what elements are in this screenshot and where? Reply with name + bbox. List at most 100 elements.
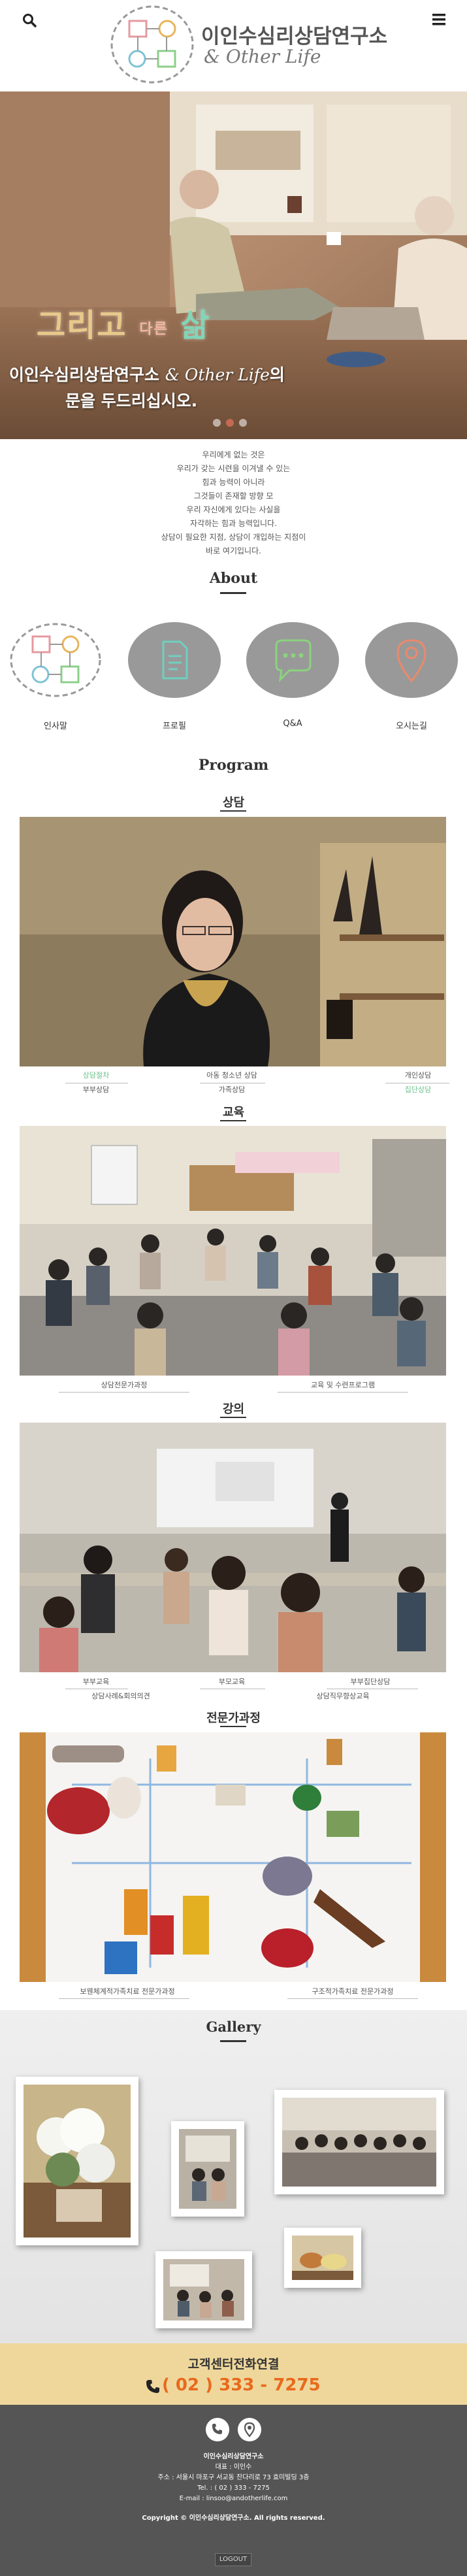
slider-dot-active[interactable] [226,419,234,427]
tag-counselor-course[interactable]: 상담전문가과정 [75,1380,173,1391]
lecture-photo [20,1423,446,1672]
site-subtitle[interactable]: & Other Life [204,46,321,67]
tag-counseling-procedure[interactable]: 상담절차 [47,1070,145,1081]
copyright-text: 이인수심리상담연구소. All rights reserved. [189,2515,325,2522]
chat-bubble-icon [275,639,312,683]
phone-icon[interactable] [206,2418,229,2441]
gallery-photo-image [282,2098,436,2187]
logo-icon[interactable] [110,4,195,85]
expert-course-title: 전문가과정 [206,1711,261,1725]
lecture-title-underline [220,1417,246,1418]
hero-headline-part1: 그리고 [37,307,127,344]
education-title-underline [220,1120,246,1121]
expert-course-title-underline [220,1726,246,1727]
gallery-title-underline [220,2040,246,2042]
intro-line: 자각하는 힘과 능력입니다. [190,519,277,528]
footer-copyright: Copyright © 이인수심리상담연구소. All rights reser… [0,2513,467,2524]
education-title: 교육 [222,1106,245,1119]
about-label-profile[interactable]: 프로필 [125,719,223,731]
hero-image [0,91,467,439]
tag-divider [287,1998,418,1999]
hero-caption-name: 이인수심리상담연구소 [9,365,160,384]
footer-ceo: 대표 : 이인수 [215,2464,252,2471]
gallery-photo-seminar[interactable] [155,2251,252,2328]
gallery-photo-image [179,2129,236,2209]
intro-text: 우리에게 없는 것은 우리가 갖는 시련을 이겨낼 수 있는 힘과 능력이 아니… [0,448,467,558]
copyright-prefix: Copyright © [142,2515,187,2522]
education-photo [20,1126,446,1376]
hamburger-menu-icon[interactable] [431,12,447,27]
tag-case-conference[interactable]: 상담사례&회의의견 [72,1691,170,1702]
about-greeting-button[interactable] [9,622,102,698]
hero-caption-line2: 문을 두드리십시오. [65,391,198,410]
about-profile-button[interactable] [128,622,221,698]
tag-structural-family-therapy[interactable]: 구조적가족치료 전문가과정 [281,1987,425,1997]
logo-shapes-icon [10,623,101,697]
hero-caption-line1: 이인수심리상담연구소 & Other Life의 [9,362,285,386]
intro-line: 바로 여기입니다. [206,546,261,555]
site-title[interactable]: 이인수심리상담연구소 [201,20,387,49]
about-label-greeting[interactable]: 인사말 [7,719,105,731]
footer-tel: Tel. : ( 02 ) 333 - 7275 [197,2485,270,2492]
intro-line: 우리에게 없는 것은 [202,450,265,459]
tag-individual-counseling[interactable]: 개인상담 [369,1070,467,1081]
logout-button[interactable]: LOGOUT [215,2553,251,2566]
footer-email[interactable]: E-mail : linsoo@andotherlife.com [0,2494,467,2504]
lecture-title: 강의 [222,1402,245,1416]
hero-headline: 그리고 다른 삶 [37,299,211,345]
slider-dot[interactable] [213,419,221,427]
about-directions-button[interactable] [365,622,458,698]
phone-icon[interactable] [145,2379,161,2394]
tag-group-counseling[interactable]: 집단상담 [369,1085,467,1095]
hero-caption-other-life: & Other Life [165,365,270,384]
tag-bowen-family-therapy[interactable]: 보웬체계적가족치료 전문가과정 [46,1987,209,1997]
about-title-underline [220,592,246,594]
site-header: 이인수심리상담연구소 & Other Life [0,0,467,91]
document-icon [162,640,188,680]
intro-line: 우리 자신에게 있다는 사실을 [186,505,281,514]
map-pin-icon[interactable] [238,2418,261,2441]
about-label-qna[interactable]: Q&A [244,719,342,729]
gallery-photo-food[interactable] [284,2228,361,2288]
gallery-photo-image [24,2085,131,2237]
expert-course-photo [20,1732,446,1982]
tag-couple-group-counseling[interactable]: 부부집단상담 [321,1677,419,1687]
program-title: Program [198,757,269,774]
tag-parent-education[interactable]: 부모교육 [183,1677,281,1687]
counseling-title-underline [220,810,246,812]
gallery-photo-meeting[interactable] [171,2121,244,2217]
tag-divider [59,1998,189,1999]
slider-dot[interactable] [239,419,247,427]
hero-headline-small: 다른 [139,320,169,338]
about-label-directions[interactable]: 오시는길 [362,719,460,731]
gallery-photo-group[interactable] [274,2090,444,2194]
slider-dots [213,417,259,427]
gallery-photo-image [292,2236,353,2280]
hero-headline-part2: 삶 [180,307,211,344]
call-center-title[interactable]: 고객센터전화연결 [0,2354,467,2372]
tag-education-training[interactable]: 교육 및 수련프로그램 [294,1380,392,1391]
gallery-photo-flowers[interactable] [16,2077,138,2245]
tag-child-youth-counseling[interactable]: 아동 청소년 상담 [183,1070,281,1081]
tag-divider [59,1392,189,1393]
call-center-bar[interactable] [0,2343,467,2405]
footer-address: 주소 : 서울시 마포구 서교동 잔다리로 73 효미빌딩 3층 [157,2474,310,2481]
call-center-number[interactable]: ( 02 ) 333 - 7275 [162,2375,321,2395]
tag-couple-education[interactable]: 부부교육 [47,1677,145,1687]
footer-company-name: 이인수심리상담연구소 [203,2453,264,2460]
about-title: About [209,570,258,587]
intro-line: 우리가 갖는 시련을 이겨낼 수 있는 [176,464,291,473]
gallery-title: Gallery [206,2019,261,2035]
tag-divider [278,1392,408,1393]
hero-slider[interactable]: 그리고 다른 삶 이인수심리상담연구소 & Other Life의 문을 두드리… [0,91,467,439]
intro-line: 상담이 필요한 지점, 상담이 개입하는 지점이 [161,533,306,542]
tag-couple-counseling[interactable]: 부부상담 [47,1085,145,1095]
search-icon[interactable] [22,13,37,27]
counseling-photo [20,817,446,1066]
tag-family-counseling[interactable]: 가족상담 [183,1085,281,1095]
intro-line: 그것들이 존재할 방향 모 [193,491,274,501]
gallery-photo-image [163,2259,244,2320]
about-qna-button[interactable] [246,622,339,698]
tag-job-improvement[interactable]: 상담직무향상교육 [297,1691,389,1702]
intro-line: 힘과 능력이 아니라 [202,478,265,487]
